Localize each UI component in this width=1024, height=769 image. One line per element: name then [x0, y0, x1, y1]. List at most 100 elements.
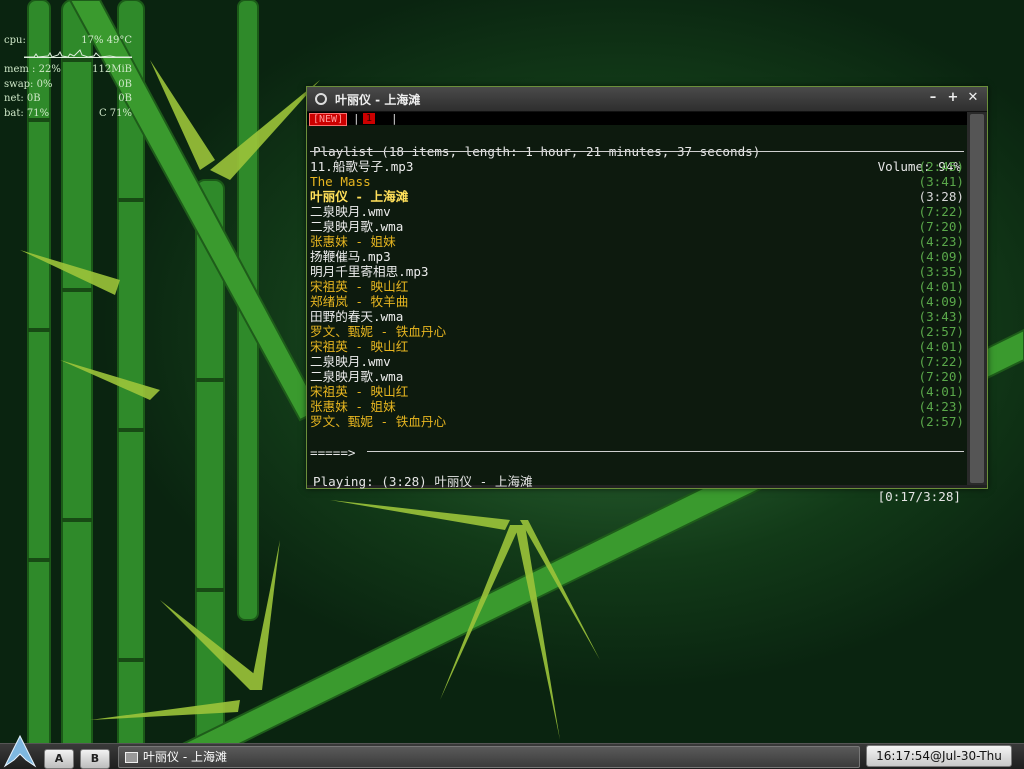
bat-row: bat: 71% C 71%	[4, 107, 132, 122]
playlist-item[interactable]: 宋祖英 - 映山红 (4:01)	[310, 384, 964, 399]
header-divider	[310, 151, 964, 152]
playlist-item[interactable]: The Mass (3:41)	[310, 174, 964, 189]
track-name: 张惠妹 - 姐妹	[310, 234, 396, 249]
playlist-item[interactable]: 11.船歌号子.mp3 (2:45)	[310, 159, 964, 174]
track-name: 明月千里寄相思.mp3	[310, 264, 429, 279]
track-duration: (2:57)	[918, 414, 965, 429]
close-button[interactable]: ✕	[965, 90, 981, 106]
track-duration: (2:57)	[918, 324, 965, 339]
track-name: 张惠妹 - 姐妹	[310, 399, 396, 414]
window-title: 叶丽仪 - 上海滩	[335, 92, 421, 107]
bat-label: bat: 71%	[4, 107, 50, 119]
playlist-item[interactable]: 罗文、甄妮 - 铁血丹心 (2:57)	[310, 324, 964, 339]
playlist-item[interactable]: 宋祖英 - 映山红 (4:01)	[310, 339, 964, 354]
scrollbar-thumb[interactable]	[970, 114, 984, 483]
playlist-item[interactable]: 张惠妹 - 姐妹 (4:23)	[310, 234, 964, 249]
taskbar: A B 叶丽仪 - 上海滩 16:17:54@Jul-30-Thu	[0, 734, 1024, 769]
track-duration: (4:09)	[918, 249, 965, 264]
track-name: 叶丽仪 - 上海滩	[310, 189, 409, 204]
track-duration: (3:43)	[918, 309, 965, 324]
track-duration: (7:22)	[918, 204, 965, 219]
now-playing: Playing: (3:28) 叶丽仪 - 上海滩	[313, 474, 533, 489]
task-label: 叶丽仪 - 上海滩	[143, 750, 227, 764]
track-name: 二泉映月歌.wma	[310, 219, 404, 234]
mem-row: mem : 22% 112MiB	[4, 63, 132, 78]
window-controls: – + ✕	[925, 90, 981, 106]
track-name: 11.船歌号子.mp3	[310, 159, 414, 174]
playlist-item[interactable]: 二泉映月歌.wma (7:20)	[310, 369, 964, 384]
tab-separator: |	[391, 112, 398, 125]
track-duration: (4:23)	[918, 399, 965, 414]
net-label: net: 0B	[4, 93, 41, 104]
track-name: 罗文、甄妮 - 铁血丹心	[310, 414, 447, 429]
workspace-b-button[interactable]: B	[80, 749, 110, 769]
playlist-item[interactable]: 罗文、甄妮 - 铁血丹心 (2:57)	[310, 414, 964, 429]
playlist-item[interactable]: 二泉映月.wmv (7:22)	[310, 204, 964, 219]
track-duration: (7:20)	[918, 219, 965, 234]
workspace-a-button[interactable]: A	[44, 749, 74, 769]
track-duration: (7:22)	[918, 354, 965, 369]
window-icon	[125, 752, 138, 763]
swap-label: swap: 0%	[4, 78, 53, 90]
track-duration: (4:01)	[918, 339, 965, 354]
minimize-button[interactable]: –	[925, 90, 941, 106]
track-duration: (4:09)	[918, 294, 965, 309]
screen-tab-bar: [NEW] | 1 |	[307, 112, 967, 126]
track-duration: (4:23)	[918, 234, 965, 249]
terminal-scrollbar[interactable]	[967, 112, 987, 485]
terminal-content[interactable]: [NEW] | 1 | Playlist (18 items, length: …	[307, 112, 967, 504]
window-menu-icon[interactable]	[315, 93, 327, 105]
track-duration: (3:35)	[918, 264, 965, 279]
maximize-button[interactable]: +	[945, 90, 961, 106]
tab-separator: |	[353, 112, 360, 125]
playlist-item[interactable]: 田野的春天.wma (3:43)	[310, 309, 964, 324]
playlist-item[interactable]: 明月千里寄相思.mp3 (3:35)	[310, 264, 964, 279]
system-monitor-widget: cpu: 17% 49°C mem : 22% 112MiB swap: 0% …	[4, 34, 132, 121]
track-name: 罗文、甄妮 - 铁血丹心	[310, 324, 447, 339]
playlist-item-current[interactable]: 叶丽仪 - 上海滩 (3:28)	[310, 189, 964, 204]
track-name: 田野的春天.wma	[310, 309, 404, 324]
clock[interactable]: 16:17:54@Jul-30-Thu	[866, 745, 1012, 767]
cpu-graph	[24, 49, 132, 58]
playlist-item[interactable]: 张惠妹 - 姐妹 (4:23)	[310, 399, 964, 414]
playlist-item[interactable]: 扬鞭催马.mp3 (4:09)	[310, 249, 964, 264]
swap-row: swap: 0% 0B	[4, 78, 132, 93]
playlist-item[interactable]: 二泉映月歌.wma (7:20)	[310, 219, 964, 234]
playlist-header: Playlist (18 items, length: 1 hour, 21 m…	[310, 129, 964, 174]
playlist-item[interactable]: 宋祖英 - 映山红 (4:01)	[310, 279, 964, 294]
window-titlebar[interactable]: 叶丽仪 - 上海滩 – + ✕	[307, 87, 987, 112]
track-name: 二泉映月歌.wma	[310, 369, 404, 384]
progress-track	[367, 451, 964, 452]
track-name: 二泉映月.wmv	[310, 354, 391, 369]
tab-1[interactable]: 1	[363, 113, 376, 124]
track-duration: (2:45)	[918, 159, 965, 174]
track-duration: (3:41)	[918, 174, 965, 189]
cpu-label: cpu:	[4, 35, 26, 46]
track-duration: (3:28)	[918, 189, 965, 204]
playlist-item[interactable]: 二泉映月.wmv (7:22)	[310, 354, 964, 369]
swap-value: 0B	[118, 78, 132, 90]
status-line: Playing: (3:28) 叶丽仪 - 上海滩 [0:17/3:28]	[310, 459, 964, 504]
net-row: net: 0B 0B	[4, 92, 132, 107]
mem-label: mem : 22%	[4, 64, 61, 75]
track-name: 扬鞭催马.mp3	[310, 249, 391, 264]
tab-new[interactable]: [NEW]	[309, 113, 348, 126]
arch-logo-icon[interactable]	[2, 734, 38, 768]
track-duration: (4:01)	[918, 279, 965, 294]
track-name: 二泉映月.wmv	[310, 204, 391, 219]
playback-position: [0:17/3:28]	[877, 489, 961, 504]
mem-value: 112MiB	[92, 64, 132, 75]
track-name: 宋祖英 - 映山红	[310, 339, 409, 354]
track-duration: (7:20)	[918, 369, 965, 384]
track-name: The Mass	[310, 174, 371, 189]
net-value: 0B	[118, 93, 132, 104]
track-duration: (4:01)	[918, 384, 965, 399]
track-name: 宋祖英 - 映山红	[310, 384, 409, 399]
progress-bar: =====>	[310, 445, 356, 460]
task-button[interactable]: 叶丽仪 - 上海滩	[118, 746, 860, 768]
track-name: 宋祖英 - 映山红	[310, 279, 409, 294]
bat-value: C 71%	[98, 107, 132, 119]
playlist-item[interactable]: 郑绪岚 - 牧羊曲 (4:09)	[310, 294, 964, 309]
terminal-window[interactable]: 叶丽仪 - 上海滩 – + ✕ [NEW] | 1 | Playlist (18…	[306, 86, 988, 504]
track-name: 郑绪岚 - 牧羊曲	[310, 294, 409, 309]
